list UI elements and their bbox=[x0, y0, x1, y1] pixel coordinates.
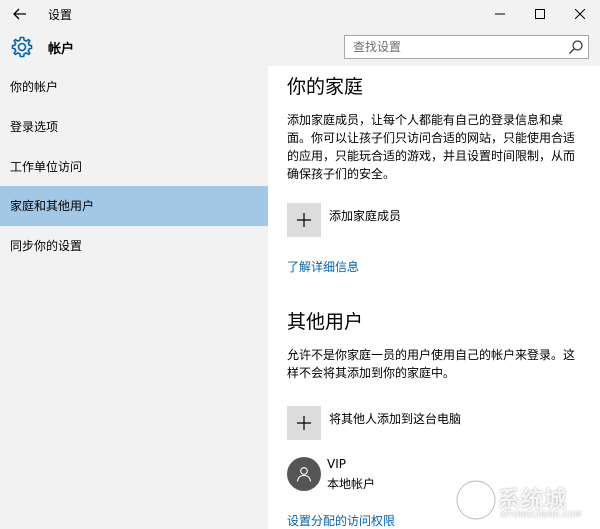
main-content: 你的家庭 添加家庭成员，让每个人都能有自己的登录信息和桌面。你可以让孩子们只访问… bbox=[268, 66, 600, 529]
plus-icon bbox=[297, 213, 311, 227]
sidebar-item-work-access[interactable]: 工作单位访问 bbox=[0, 147, 268, 187]
user-account-type: 本地帐户 bbox=[327, 477, 376, 491]
other-users-heading: 其他用户 bbox=[287, 311, 364, 333]
watermark-subtext: XITONGCHENG.COM bbox=[500, 510, 582, 519]
settings-header: 帐户 bbox=[0, 28, 600, 66]
gear-icon bbox=[11, 36, 33, 58]
plus-icon bbox=[297, 416, 311, 430]
watermark-logo-icon bbox=[456, 480, 496, 520]
family-heading: 你的家庭 bbox=[287, 76, 364, 98]
search-box[interactable] bbox=[344, 35, 589, 59]
watermark: 系统城 XITONGCHENG.COM bbox=[452, 472, 600, 529]
minimize-icon bbox=[495, 13, 505, 15]
close-button[interactable] bbox=[560, 0, 600, 28]
user-icon bbox=[296, 467, 312, 482]
page-title: 帐户 bbox=[48, 42, 75, 57]
sidebar: 你的帐户 登录选项 工作单位访问 家庭和其他用户 同步你的设置 bbox=[0, 66, 268, 529]
sidebar-item-sync-settings[interactable]: 同步你的设置 bbox=[0, 226, 268, 266]
arrow-left-icon bbox=[13, 8, 26, 20]
window-title: 设置 bbox=[48, 8, 73, 22]
sidebar-item-your-account[interactable]: 你的帐户 bbox=[0, 67, 268, 107]
sidebar-item-sign-in-options[interactable]: 登录选项 bbox=[0, 107, 268, 147]
minimize-button[interactable] bbox=[480, 0, 520, 28]
search-input[interactable] bbox=[345, 36, 555, 58]
close-icon bbox=[575, 9, 585, 19]
add-other-user-button[interactable]: 将其他人添加到这台电脑 bbox=[287, 406, 461, 440]
title-bar: 设置 bbox=[0, 0, 600, 28]
back-button[interactable] bbox=[0, 0, 40, 28]
add-family-member-button[interactable]: 添加家庭成员 bbox=[287, 203, 401, 237]
family-description: 添加家庭成员，让每个人都能有自己的登录信息和桌面。你可以让孩子们只访问合适的网站… bbox=[287, 113, 576, 181]
assigned-access-link[interactable]: 设置分配的访问权限 bbox=[287, 512, 395, 529]
maximize-icon bbox=[535, 9, 545, 19]
plus-tile bbox=[287, 406, 321, 440]
other-users-description: 允许不是你家庭一员的用户使用自己的帐户来登录。这样不会将其添加到你的家庭中。 bbox=[287, 348, 576, 380]
sidebar-item-family-other-users[interactable]: 家庭和其他用户 bbox=[0, 186, 268, 226]
maximize-button[interactable] bbox=[520, 0, 560, 28]
user-account-item[interactable]: VIP 本地帐户 bbox=[287, 457, 437, 491]
avatar bbox=[287, 457, 321, 491]
plus-tile bbox=[287, 203, 321, 237]
learn-more-link[interactable]: 了解详细信息 bbox=[287, 258, 359, 275]
user-name: VIP bbox=[327, 457, 346, 471]
add-other-user-label: 将其他人添加到这台电脑 bbox=[329, 411, 462, 426]
search-icon[interactable] bbox=[568, 39, 584, 55]
add-family-member-label: 添加家庭成员 bbox=[329, 208, 402, 223]
